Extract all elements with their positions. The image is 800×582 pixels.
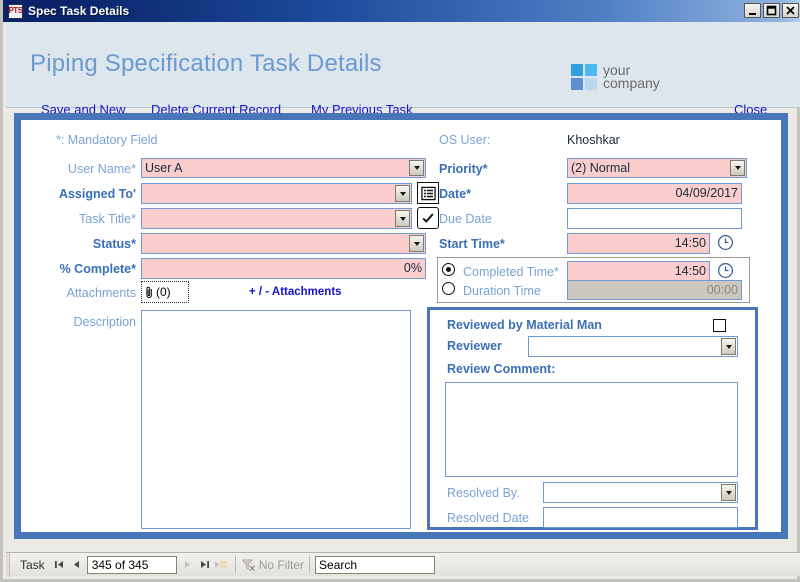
company-logo: your company [571,63,660,91]
filter-indicator[interactable]: No Filter [241,558,304,572]
user-name-value: User A [145,160,183,175]
form-panel: *: Mandatory Field User Name* User A Ass… [14,113,788,539]
chevron-down-icon[interactable] [730,160,745,176]
status-bar-divider [234,556,236,573]
status-label: Status* [92,237,136,251]
record-position-input[interactable]: 345 of 345 [86,555,177,574]
os-user-label: OS User: [439,133,491,147]
resolved-by-label: Resolved By. [447,486,520,500]
description-label: Description [73,315,136,329]
percent-complete-value: 0% [403,261,422,276]
review-panel: Reviewed by Material Man Reviewer Review… [427,307,758,530]
form-body: *: Mandatory Field User Name* User A Ass… [21,120,781,532]
due-date-label: Due Date [439,212,492,226]
percent-complete-input[interactable]: 0% [141,258,426,279]
start-time-input[interactable]: 14:50 [567,233,710,254]
user-name-input[interactable]: User A [141,158,426,178]
chevron-down-icon[interactable] [395,210,410,227]
page-title: Piping Specification Task Details [30,50,382,77]
next-record-button [179,556,196,574]
filter-label: No Filter [258,557,305,572]
resolved-by-input[interactable] [543,482,738,503]
clock-icon[interactable] [717,234,734,256]
logo-text: your company [603,63,660,91]
assigned-to-input[interactable] [141,183,412,204]
last-record-button[interactable] [196,556,213,574]
completed-time-radio[interactable] [442,263,455,276]
duration-time-input: 00:00 [567,280,742,300]
previous-record-button[interactable] [68,556,85,574]
logo-line-2: company [603,75,660,91]
review-comment-label: Review Comment: [447,362,556,376]
attachments-label: Attachments [66,286,136,300]
search-input[interactable]: Search [315,555,436,574]
status-bar-rail [6,552,10,577]
new-record-button [213,556,230,574]
status-bar-divider [309,556,311,573]
task-title-confirm-button[interactable] [417,207,439,229]
pts-app-icon: PTS [8,3,23,19]
search-value: Search [319,557,358,572]
duration-time-radio[interactable] [442,282,455,295]
resolved-date-label: Resolved Date [447,511,529,525]
reviewed-by-material-man-checkbox[interactable] [713,319,726,332]
task-title-input[interactable] [141,208,412,229]
record-object-label: Task [20,557,45,572]
os-user-value: Khoshkar [567,133,620,147]
close-icon[interactable] [782,3,799,18]
attachments-count: (0) [156,285,171,299]
start-time-label: Start Time* [439,237,505,251]
user-name-label: User Name* [67,162,136,176]
attachments-control[interactable]: (0) [141,281,189,303]
reviewed-by-material-man-label: Reviewed by Material Man [447,318,602,332]
completed-time-value: 14:50 [674,264,706,279]
maximize-icon[interactable] [763,3,780,18]
record-position-value: 345 of 345 [91,557,149,572]
window-controls [744,3,799,18]
date-label: Date* [439,187,471,201]
due-date-input[interactable] [567,208,742,229]
title-bar: PTS Spec Task Details [3,0,800,22]
status-input[interactable] [141,233,426,254]
first-record-button[interactable] [51,556,68,574]
reviewer-label: Reviewer [447,339,502,353]
status-bar: Task 345 of 345 No Filter Search [6,552,800,577]
task-title-label: Task Title* [79,212,136,226]
window-title: Spec Task Details [28,4,130,18]
duration-time-label: Duration Time [463,284,541,298]
logo-grid-icon [571,64,597,90]
description-textarea[interactable] [141,310,411,529]
resolved-date-input[interactable] [543,507,738,528]
completed-time-input[interactable]: 14:50 [567,261,710,282]
chevron-down-icon[interactable] [721,484,736,501]
priority-value: (2) Normal [571,160,631,175]
date-input[interactable]: 04/09/2017 [567,183,742,204]
assigned-to-list-button[interactable] [417,182,439,204]
duration-time-value: 00:00 [706,282,738,297]
form-header: Piping Specification Task Details your c… [6,22,800,117]
chevron-down-icon[interactable] [721,338,736,355]
percent-complete-label: % Complete* [59,262,136,276]
mandatory-field-note: *: Mandatory Field [56,133,158,147]
minimize-icon[interactable] [744,3,761,18]
chevron-down-icon[interactable] [409,235,424,252]
application-window: PTS Spec Task Details Piping Specificati… [0,0,800,582]
review-comment-textarea[interactable] [445,382,738,477]
assigned-to-label: Assigned To' [58,187,136,201]
priority-input[interactable]: (2) Normal [567,158,747,178]
priority-label: Priority* [439,162,488,176]
attachments-add-remove-link[interactable]: + / - Attachments [249,286,342,298]
date-value: 04/09/2017 [675,186,738,201]
start-time-value: 14:50 [674,236,706,251]
completed-time-label: Completed Time* [463,265,559,279]
chevron-down-icon[interactable] [409,160,424,176]
reviewer-input[interactable] [528,336,738,357]
chevron-down-icon[interactable] [395,185,410,202]
